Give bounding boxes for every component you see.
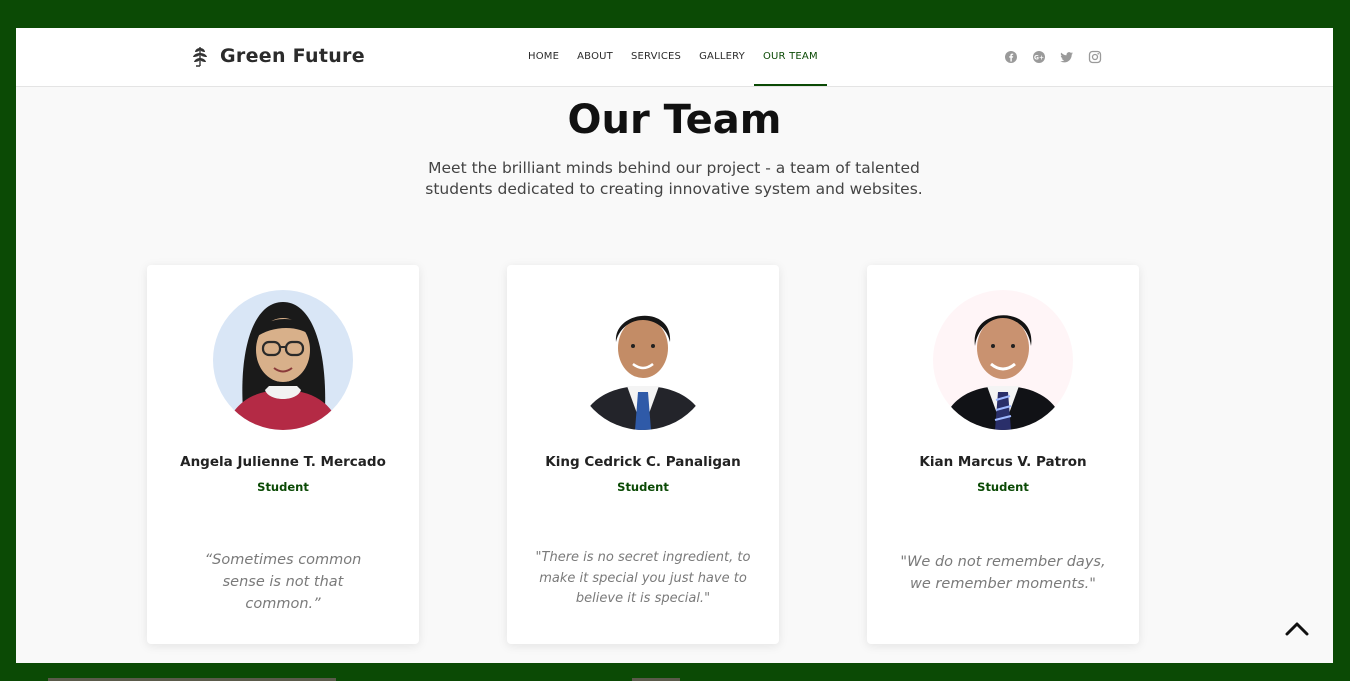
twitter-icon[interactable] <box>1060 50 1074 64</box>
browser-viewport: Green Future HOME ABOUT SERVICES GALLERY… <box>16 28 1333 663</box>
member-role: Student <box>257 480 309 494</box>
nav-our-team[interactable]: OUR TEAM <box>753 28 827 86</box>
member-quote: "There is no secret ingredient, to make … <box>535 550 751 606</box>
member-role: Student <box>977 480 1029 494</box>
team-card: Kian Marcus V. Patron Student "We do not… <box>867 265 1139 644</box>
leaf-icon <box>193 47 207 67</box>
team-card: Angela Julienne T. Mercado Student “Some… <box>147 265 419 644</box>
nav-services[interactable]: SERVICES <box>622 28 690 86</box>
site-header: Green Future HOME ABOUT SERVICES GALLERY… <box>16 28 1333 87</box>
section-title: Our Team <box>567 97 782 143</box>
nav-gallery[interactable]: GALLERY <box>690 28 754 86</box>
brand-name: Green Future <box>220 45 365 67</box>
brand[interactable]: Green Future <box>190 45 365 67</box>
member-name: Kian Marcus V. Patron <box>919 454 1087 470</box>
google-plus-icon[interactable]: G+ <box>1032 50 1046 64</box>
svg-text:G+: G+ <box>1034 54 1044 61</box>
instagram-icon[interactable] <box>1088 50 1102 64</box>
member-role: Student <box>617 480 669 494</box>
team-card: King Cedrick C. Panaligan Student "There… <box>507 265 779 644</box>
avatar <box>573 290 713 430</box>
section-subtitle: Meet the brilliant minds behind our proj… <box>425 159 923 198</box>
member-name: Angela Julienne T. Mercado <box>180 454 386 470</box>
facebook-icon[interactable] <box>1004 50 1018 64</box>
avatar <box>933 290 1073 430</box>
avatar <box>213 290 353 430</box>
nav-home[interactable]: HOME <box>519 28 568 86</box>
main-nav: HOME ABOUT SERVICES GALLERY OUR TEAM <box>519 28 827 86</box>
scroll-to-top-button[interactable] <box>1280 612 1314 646</box>
taskbar-strip <box>0 663 1350 681</box>
member-name: King Cedrick C. Panaligan <box>545 454 741 470</box>
member-quote: “Sometimes common sense is not that comm… <box>204 552 362 612</box>
social-links: G+ <box>1004 50 1102 64</box>
nav-about[interactable]: ABOUT <box>568 28 622 86</box>
member-quote: "We do not remember days, we remember mo… <box>900 554 1106 592</box>
